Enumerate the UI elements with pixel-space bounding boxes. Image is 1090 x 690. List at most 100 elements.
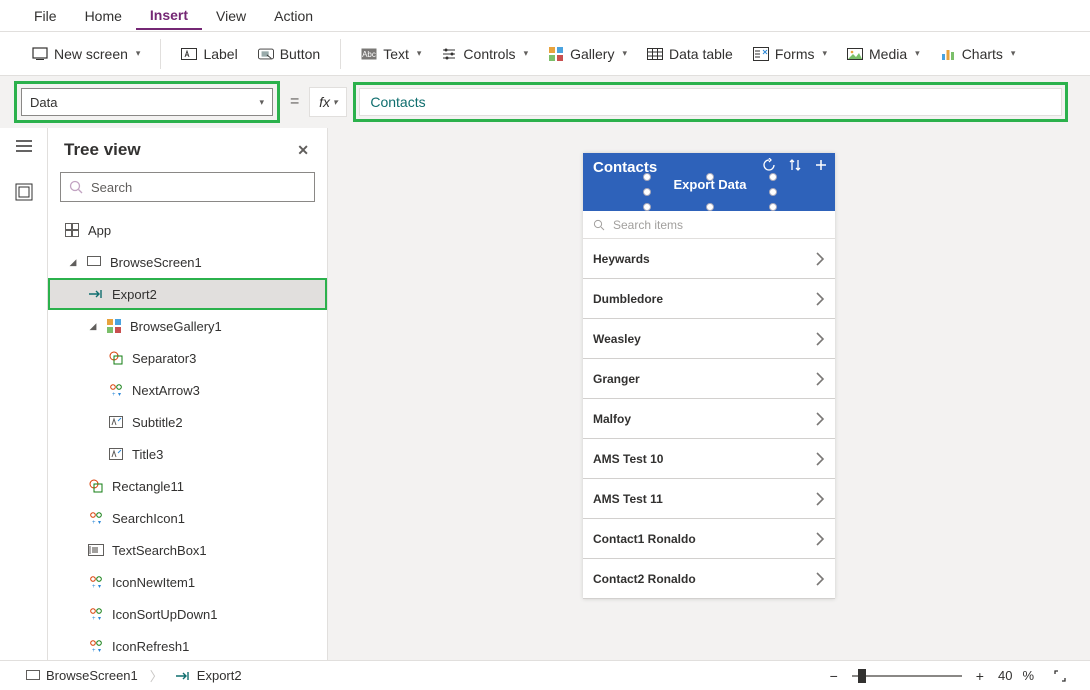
menu-insert[interactable]: Insert [136, 2, 202, 30]
tree-node-app[interactable]: App [48, 214, 327, 246]
tree-node-textsearchbox1[interactable]: TextSearchBox1 [48, 534, 327, 566]
svg-text:+: + [92, 520, 96, 525]
gallery-icon [106, 318, 122, 334]
tree-label: App [88, 223, 111, 238]
sort-icon[interactable] [787, 157, 803, 173]
svg-text:+: + [92, 584, 96, 589]
ribbon-forms-label: Forms [775, 46, 815, 62]
list-item[interactable]: Heywards [583, 239, 835, 279]
tree-node-browsescreen1[interactable]: ◢ BrowseScreen1 [48, 246, 327, 278]
chevron-down-icon: ▾ [622, 48, 627, 59]
export-control-selection[interactable]: Export Data [647, 177, 773, 207]
zoom-out-button[interactable]: − [826, 666, 842, 686]
media-icon [847, 46, 863, 62]
rail-hamburger[interactable] [1, 128, 47, 164]
tree-node-separator3[interactable]: Separator3 [48, 342, 327, 374]
list-item[interactable]: AMS Test 11 [583, 479, 835, 519]
menu-file[interactable]: File [20, 3, 71, 29]
selection-handle[interactable] [643, 203, 651, 211]
ribbon-data-table[interactable]: Data table [637, 40, 743, 68]
expander-icon[interactable]: ◢ [88, 321, 98, 332]
selection-handle[interactable] [643, 188, 651, 196]
ribbon-button-text: Button [280, 46, 320, 62]
tree-node-searchicon1[interactable]: +▾ SearchIcon1 [48, 502, 327, 534]
chevron-right-icon [815, 571, 825, 587]
property-dropdown[interactable]: Data ▾ [21, 88, 273, 116]
zoom-slider[interactable] [852, 675, 962, 677]
shape-icon [108, 350, 124, 366]
ribbon-charts[interactable]: Charts ▾ [930, 40, 1026, 68]
ribbon-controls[interactable]: Controls ▾ [431, 40, 538, 68]
tree-node-iconrefresh1[interactable]: +▾ IconRefresh1 [48, 630, 327, 660]
chevron-right-icon [815, 531, 825, 547]
svg-text:+: + [92, 616, 96, 621]
ribbon-forms[interactable]: Forms ▾ [743, 40, 837, 68]
fit-to-window-icon[interactable] [1050, 668, 1070, 684]
highlight-formula: Contacts [353, 82, 1068, 122]
selection-handle[interactable] [643, 173, 651, 181]
tree-node-browsegallery1[interactable]: ◢ BrowseGallery1 [48, 310, 327, 342]
svg-text:▾: ▾ [98, 584, 101, 589]
ribbon-text[interactable]: Abc Text ▾ [351, 40, 431, 68]
selection-handle[interactable] [769, 188, 777, 196]
screen-icon [26, 670, 40, 682]
zoom-slider-thumb[interactable] [858, 669, 866, 683]
tree-node-nextarrow3[interactable]: +▾ NextArrow3 [48, 374, 327, 406]
zoom-in-button[interactable]: + [972, 666, 988, 686]
property-value: Data [30, 95, 57, 110]
app-search-input[interactable]: Search items [583, 211, 835, 239]
app-search-placeholder: Search items [613, 218, 683, 232]
ribbon-label[interactable]: Label [171, 40, 247, 68]
fx-button[interactable]: fx▾ [309, 87, 347, 117]
tree-label: SearchIcon1 [112, 511, 185, 526]
export-icon [88, 286, 104, 302]
tree-node-title3[interactable]: Title3 [48, 438, 327, 470]
add-icon[interactable] [813, 157, 829, 173]
close-icon[interactable]: ✕ [293, 138, 313, 163]
tree-node-subtitle2[interactable]: Subtitle2 [48, 406, 327, 438]
chevron-right-icon [815, 411, 825, 427]
data-table-icon [647, 46, 663, 62]
menu-home[interactable]: Home [71, 3, 136, 29]
ribbon-new-screen-label: New screen [54, 46, 128, 62]
list-item[interactable]: Weasley [583, 319, 835, 359]
selection-handle[interactable] [706, 203, 714, 211]
zoom-value: 40 [998, 668, 1012, 683]
tree-node-rectangle11[interactable]: Rectangle11 [48, 470, 327, 502]
list-item-title: Dumbledore [593, 292, 663, 306]
expander-icon[interactable]: ◢ [68, 257, 78, 268]
refresh-icon[interactable] [761, 157, 777, 173]
list-item[interactable]: Contact2 Ronaldo [583, 559, 835, 599]
menu-view[interactable]: View [202, 3, 260, 29]
selection-handle[interactable] [706, 173, 714, 181]
list-item[interactable]: Malfoy [583, 399, 835, 439]
rail-tree-view[interactable] [1, 174, 47, 210]
svg-text:▾: ▾ [98, 520, 101, 525]
ribbon-button[interactable]: Button [248, 40, 330, 68]
tree-search-placeholder: Search [91, 180, 132, 195]
list-item-title: Granger [593, 372, 640, 386]
selection-handle[interactable] [769, 203, 777, 211]
list-item-title: Malfoy [593, 412, 631, 426]
list-item[interactable]: Contact1 Ronaldo [583, 519, 835, 559]
list-item[interactable]: AMS Test 10 [583, 439, 835, 479]
tree-node-export2[interactable]: Export2 [48, 278, 327, 310]
tree-node-iconnewitem1[interactable]: +▾ IconNewItem1 [48, 566, 327, 598]
menu-action[interactable]: Action [260, 3, 327, 29]
list-item-title: AMS Test 11 [593, 492, 663, 506]
ribbon-media[interactable]: Media ▾ [837, 40, 930, 68]
tree-node-iconsortupdown1[interactable]: +▾ IconSortUpDown1 [48, 598, 327, 630]
breadcrumb-screen[interactable]: BrowseScreen1 [20, 666, 144, 685]
breadcrumb-control[interactable]: Export2 [169, 666, 248, 685]
ribbon-new-screen[interactable]: New screen ▾ [22, 40, 150, 68]
tree-search-input[interactable]: Search [60, 172, 315, 202]
ribbon-gallery[interactable]: Gallery ▾ [538, 40, 637, 68]
selection-handle[interactable] [769, 173, 777, 181]
ribbon-separator [340, 39, 341, 69]
chevron-down-icon: ▾ [524, 48, 529, 59]
list-item[interactable]: Dumbledore [583, 279, 835, 319]
list-item[interactable]: Granger [583, 359, 835, 399]
canvas-phone-preview[interactable]: Contacts Export Data [583, 153, 835, 599]
formula-input[interactable]: Contacts [359, 88, 1062, 116]
app-icon [64, 222, 80, 238]
